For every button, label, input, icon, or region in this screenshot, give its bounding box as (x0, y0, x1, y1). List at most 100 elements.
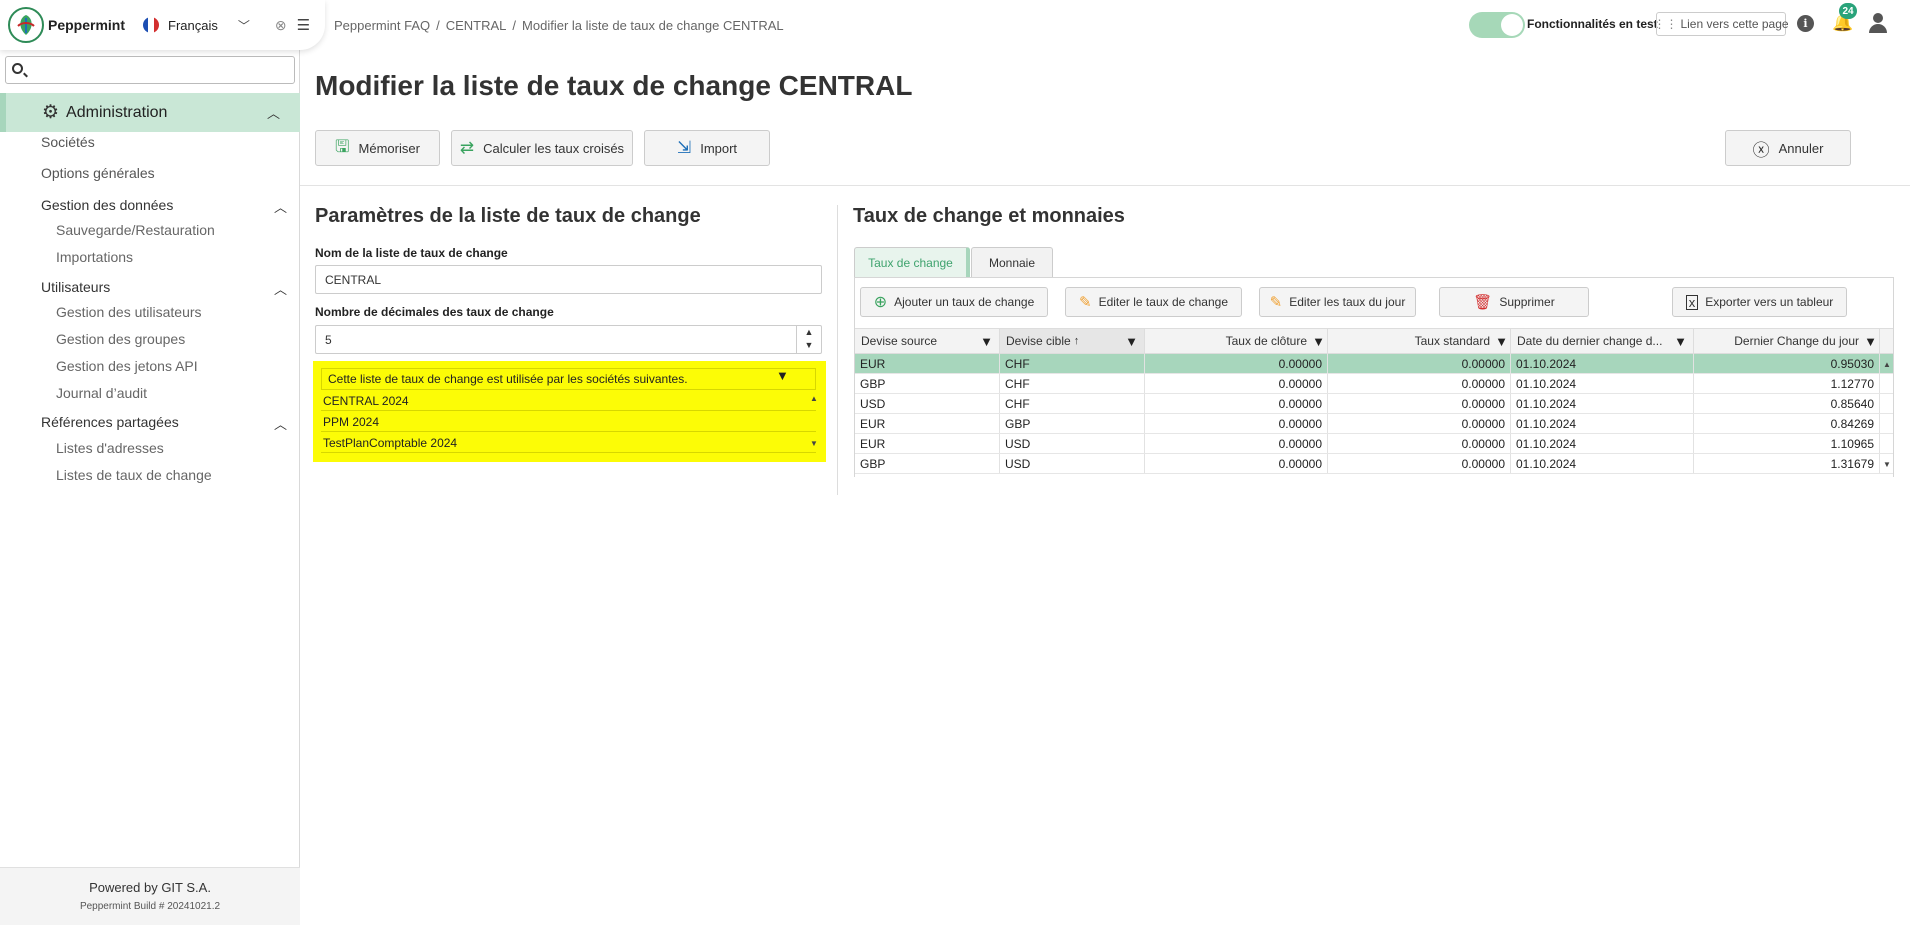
sidebar-group-references[interactable]: Références partagées (41, 414, 179, 430)
table-cell: USD (855, 394, 1000, 413)
sidebar-item-societes[interactable]: Sociétés (41, 134, 95, 150)
cancel-button[interactable]: ⓧ Annuler (1725, 130, 1851, 166)
rates-section-title: Taux de change et monnaies (853, 205, 1125, 227)
add-rate-button[interactable]: ⊕ Ajouter un taux de change (860, 287, 1048, 317)
sidebar: ⚙ Administration ︿ Sociétés Options géné… (0, 0, 300, 925)
sidebar-item-importations[interactable]: Importations (56, 249, 133, 265)
filter-icon[interactable]: ▼ (776, 368, 789, 383)
table-body: EUR CHF 0.00000 0.00000 01.10.2024 0.95030 GBP… (855, 354, 1893, 474)
breadcrumb: Peppermint FAQ / CENTRAL / Modifier la liste… (334, 18, 784, 33)
search-icon (12, 63, 23, 74)
export-button[interactable]: x Exporter vers un tableur (1672, 287, 1847, 317)
menu-icon[interactable]: ☰ (297, 16, 310, 34)
edit-rate-button[interactable]: ✎ Editer le taux de change (1065, 287, 1242, 317)
scroll-up-icon[interactable]: ▲ (810, 394, 818, 403)
chevron-up-icon[interactable]: ︿ (267, 103, 280, 122)
arrow-up-icon[interactable]: ▲ (805, 327, 814, 337)
filter-icon[interactable]: ▼ (1674, 334, 1687, 349)
column-header-dernier-change[interactable]: Dernier Change du jour ▼ (1694, 329, 1880, 353)
peppermint-logo[interactable] (8, 7, 44, 43)
filter-icon[interactable]: ▼ (1312, 334, 1325, 349)
sidebar-item-listes-adresses[interactable]: Listes d'adresses (56, 440, 164, 456)
sidebar-group-utilisateurs[interactable]: Utilisateurs (41, 279, 110, 295)
column-header-taux-cloture[interactable]: Taux de clôture ▼ (1145, 329, 1328, 353)
table-cell: 0.85640 (1694, 394, 1880, 413)
filter-icon[interactable]: ▼ (980, 334, 993, 349)
name-field-label: Nom de la liste de taux de change (315, 246, 508, 260)
sidebar-item-gestion-utilisateurs[interactable]: Gestion des utilisateurs (56, 304, 202, 320)
table-cell: 0.00000 (1145, 454, 1328, 473)
table-cell: 0.95030 (1694, 354, 1880, 373)
page-title: Modifier la liste de taux de change CENT… (315, 70, 913, 101)
test-features-label: Fonctionnalités en test (1527, 17, 1658, 31)
edit-day-rates-button[interactable]: ✎ Editer les taux du jour (1259, 287, 1416, 317)
list-item[interactable]: PPM 2024 (321, 412, 816, 432)
filter-icon[interactable]: ▼ (1864, 334, 1877, 349)
table-row[interactable]: GBP CHF 0.00000 0.00000 01.10.2024 1.12770 (855, 374, 1893, 394)
sidebar-item-sauvegarde[interactable]: Sauvegarde/Restauration (56, 222, 215, 238)
chevron-up-icon[interactable]: ︿ (274, 197, 287, 216)
arrow-down-icon[interactable]: ▼ (805, 340, 814, 350)
tab-taux-de-change[interactable]: Taux de change (854, 247, 970, 277)
table-cell: USD (1000, 434, 1145, 453)
table-row[interactable]: EUR GBP 0.00000 0.00000 01.10.2024 0.84269 (855, 414, 1893, 434)
build-number: Peppermint Build # 20241021.2 (79, 901, 221, 912)
info-icon[interactable]: i (1797, 15, 1814, 32)
gear-icon: ⚙ (42, 102, 60, 123)
chevron-up-icon[interactable]: ︿ (274, 279, 287, 298)
table-row[interactable]: USD CHF 0.00000 0.00000 01.10.2024 0.85640 (855, 394, 1893, 414)
app-name: Peppermint (48, 17, 126, 33)
sidebar-section-administration[interactable]: ⚙ Administration ︿ (0, 93, 300, 132)
delete-button[interactable]: 🗑 Supprimer (1439, 287, 1589, 317)
table-row[interactable]: EUR USD 0.00000 0.00000 01.10.2024 1.10965 (855, 434, 1893, 454)
sidebar-footer: Powered by GIT S.A. Peppermint Build # 2… (0, 867, 300, 925)
breadcrumb-item[interactable]: CENTRAL (446, 18, 507, 33)
table-row[interactable]: GBP USD 0.00000 0.00000 01.10.2024 1.31679 (855, 454, 1893, 474)
table-cell: 1.31679 (1694, 454, 1880, 473)
notification-badge: 24 (1839, 3, 1857, 19)
table-cell: 0.00000 (1145, 414, 1328, 433)
table-cell: 0.00000 (1328, 394, 1511, 413)
table-row[interactable]: EUR CHF 0.00000 0.00000 01.10.2024 0.95030 (855, 354, 1893, 374)
cross-rates-button[interactable]: ⇄ Calculer les taux croisés (451, 130, 633, 166)
edit-icon: ✎ (1269, 294, 1283, 311)
sidebar-search-input[interactable] (5, 56, 295, 84)
sidebar-item-jetons-api[interactable]: Gestion des jetons API (56, 358, 198, 374)
column-header-date[interactable]: Date du dernier change d... ▼ (1511, 329, 1694, 353)
save-button[interactable]: 🖫 Mémoriser (315, 130, 440, 166)
chevron-down-icon[interactable]: ﹀ (238, 17, 250, 34)
sidebar-item-gestion-groupes[interactable]: Gestion des groupes (56, 331, 185, 347)
spreadsheet-icon: x (1685, 294, 1699, 310)
list-item[interactable]: CENTRAL 2024 (321, 391, 816, 411)
scroll-down-icon[interactable]: ▼ (1883, 460, 1891, 469)
sidebar-group-gestion-donnees[interactable]: Gestion des données (41, 197, 173, 213)
import-button[interactable]: ⇲ Import (644, 130, 770, 166)
filter-icon[interactable]: ▼ (1125, 334, 1138, 349)
filter-icon[interactable]: ▼ (1495, 334, 1508, 349)
sidebar-item-listes-taux[interactable]: Listes de taux de change (56, 467, 212, 483)
sidebar-item-options-generales[interactable]: Options générales (41, 165, 155, 181)
user-icon[interactable] (1868, 13, 1888, 33)
column-header-devise-cible[interactable]: Devise cible ↑ ▼ (1000, 329, 1145, 353)
language-selector[interactable]: Français (168, 18, 218, 33)
chevron-up-icon[interactable]: ︿ (274, 414, 287, 433)
name-field[interactable]: CENTRAL (315, 265, 822, 294)
close-circle-icon[interactable]: ⊗ (275, 17, 287, 34)
edit-icon: ✎ (1079, 294, 1092, 311)
page-link-button[interactable]: ⋮⋮ Lien vers cette page (1653, 12, 1789, 36)
breadcrumb-item[interactable]: Peppermint FAQ (334, 18, 430, 33)
powered-by-text: Powered by GIT S.A. (89, 880, 211, 895)
trash-icon: 🗑 (1473, 294, 1493, 311)
breadcrumb-item: Modifier la liste de taux de change CENT… (522, 18, 784, 33)
column-header-devise-source[interactable]: Devise source ▼ (855, 329, 1000, 353)
stepper-arrows[interactable]: ▲ ▼ (796, 326, 821, 353)
table-cell: 01.10.2024 (1511, 454, 1694, 473)
column-header-taux-standard[interactable]: Taux standard ▼ (1328, 329, 1511, 353)
list-item[interactable]: TestPlanComptable 2024 (321, 433, 816, 453)
test-features-toggle[interactable] (1469, 12, 1525, 38)
tab-monnaie[interactable]: Monnaie (971, 247, 1053, 277)
sidebar-item-journal-audit[interactable]: Journal d’audit (56, 385, 147, 401)
scroll-down-icon[interactable]: ▼ (810, 439, 818, 448)
decimals-stepper[interactable]: 5 ▲ ▼ (315, 325, 822, 354)
scroll-up-icon[interactable]: ▲ (1883, 360, 1891, 369)
